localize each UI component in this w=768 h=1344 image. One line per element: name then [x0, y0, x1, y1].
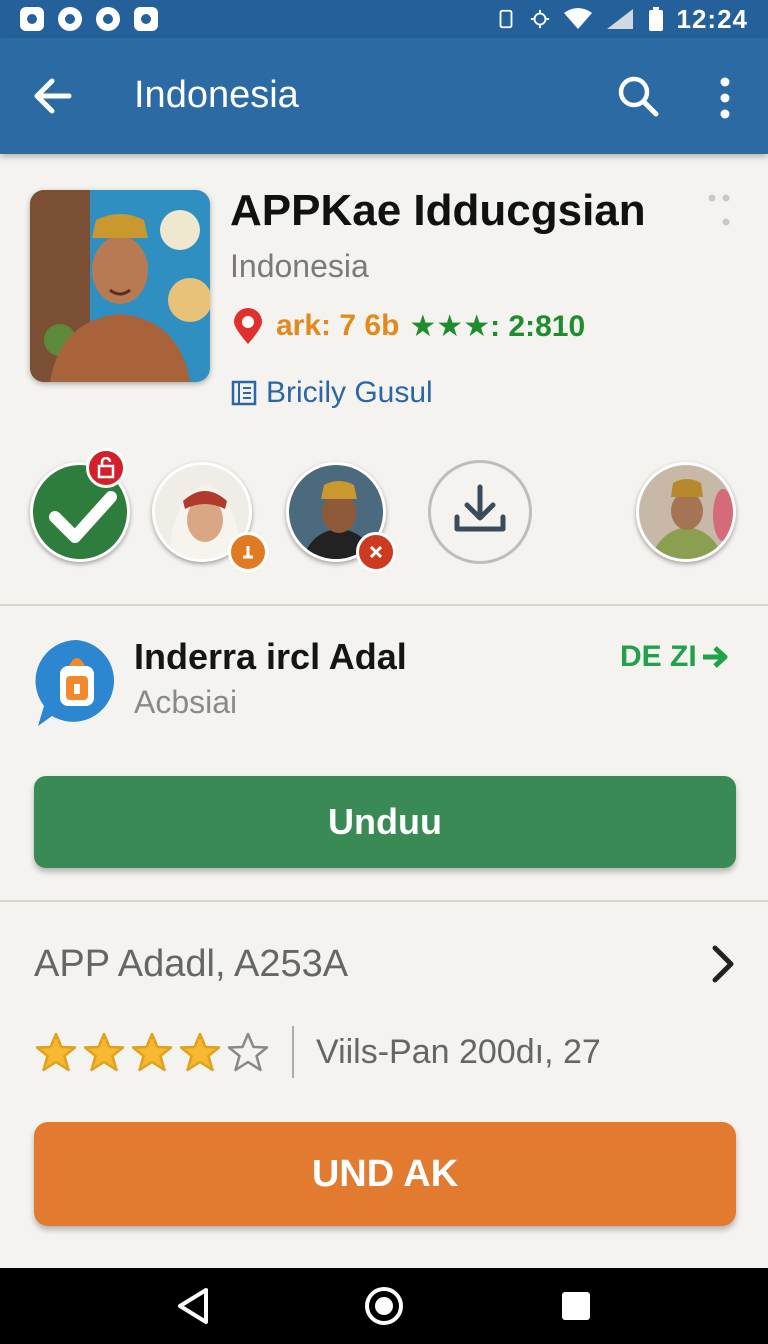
page-title: Indonesia — [134, 74, 299, 116]
separator — [292, 1026, 294, 1078]
app-overflow-button[interactable] — [706, 192, 732, 228]
app-name: APPKae Idducgsian — [230, 186, 646, 235]
star-filled-icon — [83, 1032, 125, 1072]
back-button[interactable] — [28, 68, 76, 124]
battery-icon — [648, 7, 663, 31]
app-info-label: APP Adadl, A253A — [34, 942, 349, 985]
chevron-right-icon — [712, 945, 734, 983]
podcast-icon — [58, 7, 82, 31]
divider — [0, 900, 768, 902]
rating-row: ark: 7 6b ★★★: 2:810 — [230, 306, 585, 346]
save-icon — [134, 7, 158, 31]
developer-link[interactable]: Bricily Gusul — [230, 376, 433, 410]
download-button[interactable]: Unduu — [34, 776, 736, 868]
wifi-icon — [563, 8, 592, 29]
star-filled-icon — [35, 1032, 77, 1072]
more-options-button[interactable] — [704, 72, 746, 124]
triangle-back-icon — [178, 1288, 208, 1324]
download-circle-button[interactable] — [428, 460, 532, 564]
shield-icon — [96, 7, 120, 31]
download-icon — [454, 484, 506, 532]
more-vert-icon — [720, 77, 730, 119]
feature-link[interactable]: DE ZI — [620, 640, 731, 674]
square-recents-icon — [562, 1292, 590, 1320]
search-button[interactable] — [612, 70, 664, 122]
rating-label: ark: 7 6b — [276, 309, 400, 342]
rating-stars: Viils-Pan 200dı, 27 — [34, 1024, 601, 1080]
location-pin-icon — [234, 308, 262, 344]
avatar-row — [0, 448, 768, 582]
user-avatar-3[interactable] — [636, 462, 736, 562]
status-time: 12:24 — [676, 3, 748, 34]
app-icon-image — [30, 190, 210, 382]
vibrate-icon — [499, 9, 512, 29]
nav-back-button[interactable] — [170, 1282, 218, 1330]
lock-badge-icon — [86, 448, 126, 488]
version-text: Viils-Pan 200dı, 27 — [316, 1032, 601, 1071]
search-icon — [618, 76, 659, 117]
app-notification-icon — [20, 7, 44, 31]
divider — [0, 604, 768, 606]
navigation-bar — [0, 1268, 768, 1344]
star-empty-icon — [227, 1032, 269, 1072]
dots-icon — [708, 194, 730, 226]
nav-recents-button[interactable] — [552, 1282, 600, 1330]
app-info-row[interactable]: APP Adadl, A253A — [34, 936, 738, 992]
remove-badge-icon — [356, 532, 396, 572]
app-country: Indonesia — [230, 248, 369, 284]
install-button[interactable]: UND AK — [34, 1122, 736, 1226]
developer-name: Bricily Gusul — [266, 376, 433, 409]
app-icon[interactable] — [30, 190, 210, 382]
circle-home-icon — [365, 1287, 403, 1325]
info-badge-icon — [228, 532, 268, 572]
signal-icon — [606, 9, 633, 29]
feature-link-label: DE ZI — [620, 640, 697, 673]
app-bar: Indonesia — [0, 38, 768, 154]
rating-stars-text: ★★★: 2:810 — [409, 309, 586, 343]
feature-title: Inderra ircl Adal — [134, 636, 407, 677]
nav-home-button[interactable] — [360, 1282, 408, 1330]
status-bar: 12:24 — [0, 0, 768, 38]
chat-app-icon — [32, 636, 122, 730]
feature-subtitle: Acbsiai — [134, 684, 238, 720]
star-filled-icon — [179, 1032, 221, 1072]
star-filled-icon — [131, 1032, 173, 1072]
bluetooth-icon — [530, 9, 549, 29]
arrow-back-icon — [34, 78, 72, 114]
arrow-right-icon — [702, 646, 728, 668]
book-icon — [231, 380, 257, 406]
